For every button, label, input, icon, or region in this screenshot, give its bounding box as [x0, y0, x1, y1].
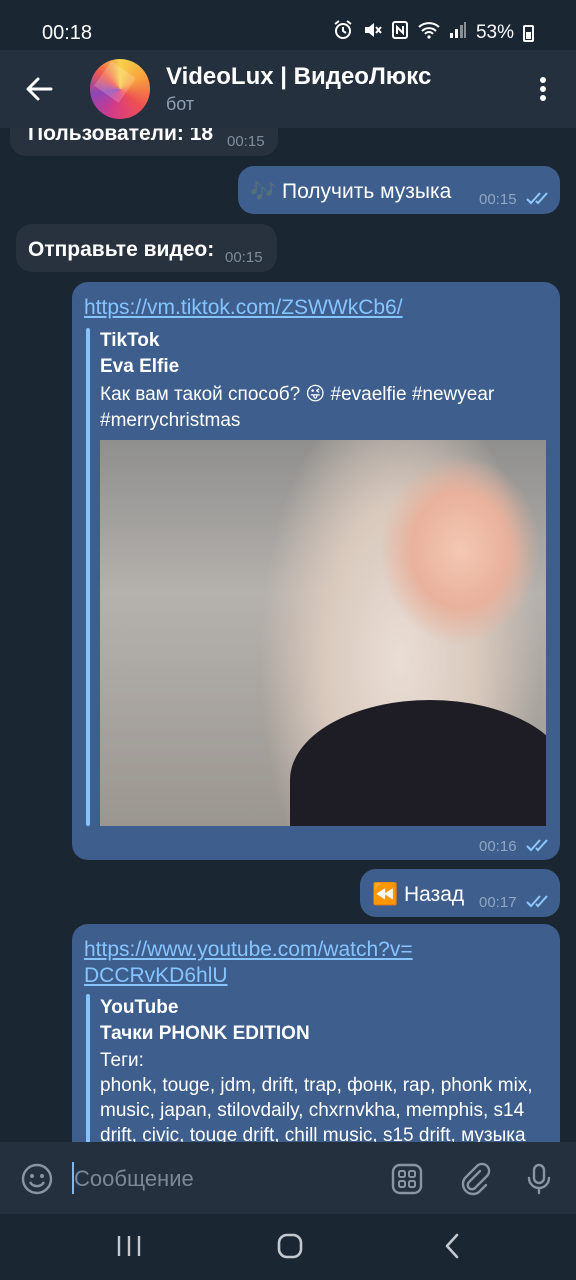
message-link[interactable]: https://www.youtube.com/watch?v=	[84, 938, 413, 962]
message-link[interactable]: DCCRvKD6hlU	[84, 964, 228, 988]
recents-icon[interactable]	[116, 1234, 142, 1258]
message-bubble[interactable]: 🎶 Получить музыка 00:15	[238, 166, 560, 214]
chat-title[interactable]: VideoLux | ВидеоЛюкс	[166, 63, 431, 91]
preview-accent-bar	[86, 994, 90, 1144]
preview-description: phonk, touge, jdm, drift, trap, фонк, ra…	[100, 1075, 533, 1096]
message-text: 🎶 Получить музыка	[250, 180, 452, 203]
message-text: Отправьте видео:	[28, 238, 215, 261]
preview-title: Тачки PHONK EDITION	[100, 1023, 310, 1044]
message-link[interactable]: https://vm.tiktok.com/ZSWWkCb6/	[84, 296, 403, 320]
home-icon[interactable]	[276, 1232, 304, 1260]
message-time: 00:15	[479, 191, 517, 208]
nfc-icon	[391, 20, 409, 46]
attach-icon[interactable]	[458, 1162, 492, 1196]
emoji-icon[interactable]	[20, 1162, 54, 1196]
double-check-icon	[526, 192, 548, 205]
mute-icon	[362, 20, 382, 46]
mic-icon[interactable]	[522, 1162, 556, 1196]
preview-description: Как вам такой способ? 😜 #evaelfie #newye…	[100, 384, 495, 405]
preview-image[interactable]	[100, 440, 546, 826]
status-bar: 00:18 53%	[0, 0, 576, 50]
preview-description: Теги:	[100, 1050, 144, 1071]
chat-subtitle: бот	[166, 94, 195, 114]
avatar[interactable]	[90, 59, 150, 119]
message-input[interactable]: Сообщение	[74, 1166, 194, 1192]
message-time: 00:15	[227, 133, 265, 150]
preview-site-name: YouTube	[100, 997, 179, 1018]
preview-site-name: TikTok	[100, 330, 160, 351]
message-time: 00:15	[225, 249, 263, 266]
signal-icon	[449, 21, 467, 45]
double-check-icon	[526, 839, 548, 852]
double-check-icon	[526, 895, 548, 908]
battery-percent: 53%	[475, 22, 514, 43]
message-text: ⏪ Назад	[372, 883, 465, 906]
message-input-bar: Сообщение	[0, 1142, 576, 1214]
chat-header: VideoLux | ВидеоЛюкс бот	[0, 50, 576, 128]
preview-description: music, japan, stilovdaily, chxrnvkha, me…	[100, 1100, 525, 1121]
bot-keyboard-icon[interactable]	[390, 1162, 424, 1196]
preview-title: Eva Elfie	[100, 356, 180, 377]
back-arrow-icon[interactable]	[22, 72, 56, 106]
preview-description: #merrychristmas	[100, 410, 241, 431]
battery-icon	[523, 24, 534, 42]
message-time: 00:17	[479, 894, 517, 911]
wifi-icon	[418, 21, 440, 45]
status-time: 00:18	[42, 22, 93, 44]
message-bubble[interactable]: ⏪ Назад 00:17	[360, 869, 560, 917]
message-time: 00:16	[479, 838, 517, 855]
preview-accent-bar	[86, 328, 90, 826]
message-bubble[interactable]: Отправьте видео: 00:15	[16, 224, 277, 272]
alarm-icon	[333, 20, 353, 46]
system-nav-bar	[0, 1214, 576, 1280]
back-icon[interactable]	[442, 1232, 462, 1260]
more-vert-icon[interactable]	[530, 74, 556, 104]
status-icons: 53%	[333, 20, 534, 46]
